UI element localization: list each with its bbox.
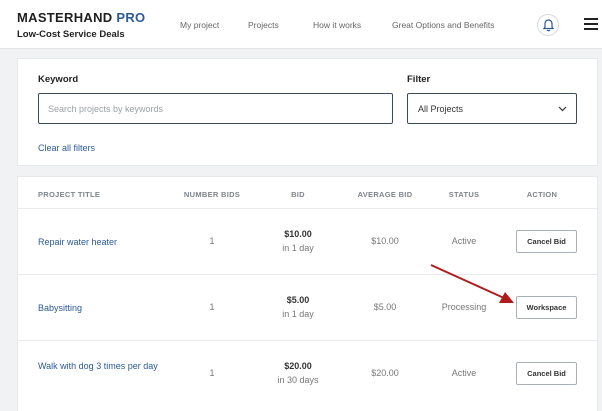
bid-cell: $10.00 in 1 day: [282, 227, 314, 255]
column-header-title: PROJECT TITLE: [38, 190, 101, 199]
chevron-down-icon: [558, 106, 567, 112]
hamburger-menu-icon[interactable]: [584, 18, 598, 30]
keyword-label: Keyword: [38, 74, 79, 85]
filter-select[interactable]: All Projects: [407, 93, 577, 124]
projects-table: PROJECT TITLE NUMBER BIDS BID AVERAGE BI…: [17, 176, 599, 411]
nav-how-it-works[interactable]: How it works: [313, 20, 361, 30]
workspace-button[interactable]: Workspace: [516, 296, 577, 319]
column-header-action: ACTION: [526, 190, 558, 199]
bid-cell: $20.00 in 30 days: [277, 359, 318, 387]
number-bids: 1: [209, 302, 215, 312]
brand-tagline: Low-Cost Service Deals: [17, 29, 125, 40]
nav-great-options[interactable]: Great Options and Benefits: [392, 20, 495, 30]
bell-icon: [543, 19, 554, 32]
brand-name-text: MASTERHAND: [17, 10, 113, 25]
column-header-number-bids: NUMBER BIDS: [183, 190, 241, 199]
clear-filters-link[interactable]: Clear all filters: [38, 143, 95, 153]
nav-projects[interactable]: Projects: [248, 20, 279, 30]
number-bids: 1: [209, 236, 215, 246]
table-row: Repair water heater 1 $10.00 in 1 day $1…: [18, 208, 599, 274]
column-header-status: STATUS: [448, 190, 480, 199]
nav-my-project[interactable]: My project: [180, 20, 219, 30]
project-title-link[interactable]: Walk with dog 3 times per day: [38, 359, 168, 374]
number-bids: 1: [209, 368, 215, 378]
bid-amount: $10.00: [284, 229, 312, 239]
bid-cell: $5.00 in 1 day: [282, 293, 314, 321]
average-bid: $5.00: [373, 302, 397, 312]
status-text: Active: [451, 236, 477, 246]
filter-panel: Keyword Filter All Projects Clear all fi…: [17, 58, 598, 166]
brand-logo[interactable]: MASTERHAND PRO Low-Cost Service Deals: [17, 10, 145, 40]
bid-amount: $20.00: [284, 361, 312, 371]
bid-duration: in 30 days: [277, 375, 319, 385]
brand-pro-text: PRO: [116, 10, 146, 25]
column-header-bid: BID: [291, 190, 305, 199]
filter-select-value: All Projects: [418, 104, 464, 114]
cancel-bid-button[interactable]: Cancel Bid: [516, 230, 577, 253]
table-row: Walk with dog 3 times per day 1 $20.00 i…: [18, 340, 599, 406]
top-header: MASTERHAND PRO Low-Cost Service Deals My…: [0, 0, 602, 49]
bid-duration: in 1 day: [282, 309, 314, 319]
average-bid: $10.00: [371, 236, 399, 246]
brand-name: MASTERHAND PRO: [17, 10, 145, 25]
search-input[interactable]: [38, 93, 393, 124]
bid-duration: in 1 day: [282, 243, 314, 253]
notifications-button[interactable]: [537, 14, 559, 36]
status-text: Processing: [441, 302, 487, 312]
table-row: Babysitting 1 $5.00 in 1 day $5.00 Proce…: [18, 274, 599, 340]
project-title-link[interactable]: Repair water heater: [38, 235, 168, 250]
column-header-average-bid: AVERAGE BID: [357, 190, 413, 199]
average-bid: $20.00: [371, 368, 399, 378]
status-text: Active: [451, 368, 477, 378]
cancel-bid-button[interactable]: Cancel Bid: [516, 362, 577, 385]
project-title-link[interactable]: Babysitting: [38, 301, 168, 316]
bid-amount: $5.00: [286, 295, 310, 305]
filter-label: Filter: [407, 74, 431, 85]
